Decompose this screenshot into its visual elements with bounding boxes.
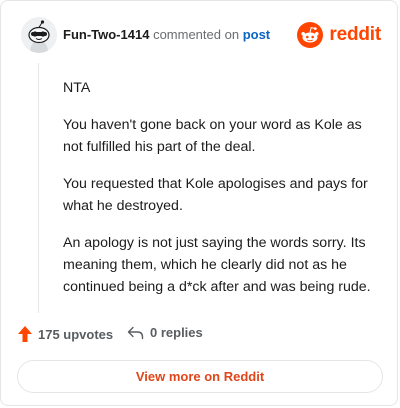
upvotes-stat[interactable]: 175 upvotes xyxy=(17,325,113,343)
upvotes-count: 175 upvotes xyxy=(38,326,114,342)
comment-paragraph: An apology is not just saying the words … xyxy=(63,235,371,295)
reply-arrow-icon xyxy=(127,326,144,339)
upvote-arrow-icon xyxy=(18,326,32,342)
reddit-logo-icon xyxy=(297,22,324,48)
avatar[interactable] xyxy=(21,17,57,53)
view-more-button[interactable]: View more on Reddit xyxy=(17,360,383,393)
post-link[interactable]: post xyxy=(243,27,270,42)
embedded-comment-card: Fun-Two-1414 commented on post reddit NT… xyxy=(0,0,398,406)
replies-count: 0 replies xyxy=(150,325,203,340)
avatar-icon xyxy=(21,17,57,53)
comment-header: Fun-Two-1414 commented on post reddit xyxy=(17,15,383,55)
action-text: commented on xyxy=(153,27,240,42)
byline: Fun-Two-1414 commented on post xyxy=(63,27,270,43)
comment-body: NTA You haven't gone back on your word a… xyxy=(63,77,379,313)
comment-paragraph: You requested that Kole apologises and p… xyxy=(63,176,368,214)
thread-line xyxy=(38,63,39,313)
brand-name: reddit xyxy=(329,24,381,45)
username-link[interactable]: Fun-Two-1414 xyxy=(63,27,149,42)
comment-paragraph: You haven't gone back on your word as Ko… xyxy=(63,117,362,155)
replies-stat[interactable]: 0 replies xyxy=(127,325,203,340)
reddit-brand[interactable]: reddit xyxy=(297,21,381,49)
comment-footer: 175 upvotes 0 replies xyxy=(17,325,377,347)
comment-paragraph: NTA xyxy=(63,80,91,96)
